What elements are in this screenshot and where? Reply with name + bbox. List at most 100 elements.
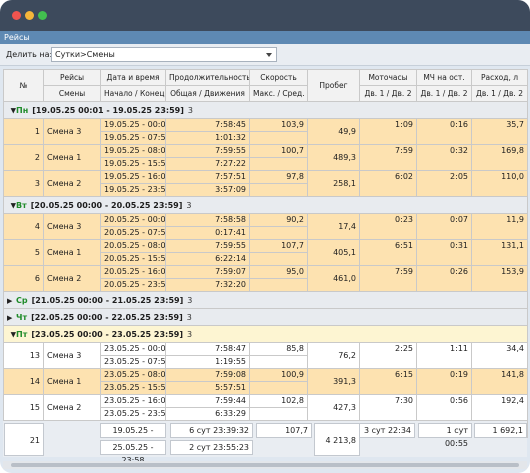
speed-max: 95,0 bbox=[249, 265, 308, 279]
shift-name: Смена 2 bbox=[43, 170, 101, 197]
total-moto: 3 сут 22:34 bbox=[359, 423, 415, 438]
header-datetime[interactable]: Дата и время bbox=[100, 69, 166, 86]
header-mch-rest[interactable]: МЧ на ост. bbox=[416, 69, 472, 86]
table-row[interactable]: 2 Смена 1 19.05.25 - 08:00 7:59:55 100,7 489,… bbox=[3, 144, 528, 171]
total-count: 21 bbox=[4, 423, 44, 456]
group-cell[interactable]: ▲Вт [20.05.25 00:00 - 20.05.25 23:59] 3 bbox=[3, 196, 528, 214]
duration-move: 0:17:41 bbox=[165, 226, 250, 240]
group-row[interactable]: ▶ Ср [21.05.25 00:00 - 21.05.25 23:59] 3 bbox=[3, 291, 528, 309]
table-row[interactable]: 13 Смена 3 23.05.25 - 00:00 7:58:47 85,8 76,2… bbox=[3, 342, 528, 369]
trip-end: 20.05.25 - 23:59 bbox=[100, 278, 166, 292]
triangle-right-icon[interactable]: ▶ bbox=[7, 314, 16, 322]
split-select[interactable]: Сутки>Смены bbox=[51, 47, 277, 62]
horizontal-scrollbar[interactable] bbox=[3, 461, 527, 469]
header-speed[interactable]: Скорость bbox=[249, 69, 308, 86]
mileage-value: 461,0 bbox=[307, 265, 360, 292]
group-cell[interactable]: ▲Пт [23.05.25 00:00 - 23.05.25 23:59] 3 bbox=[3, 325, 528, 343]
table-row[interactable]: 14 Смена 1 23.05.25 - 08:00 7:59:08 100,9 391… bbox=[3, 368, 528, 395]
duration-total: 7:58:45 bbox=[165, 118, 250, 132]
duration-move: 3:57:09 bbox=[165, 183, 250, 197]
header-fuel[interactable]: Расход, л bbox=[471, 69, 528, 86]
header-num[interactable]: № bbox=[3, 69, 44, 102]
scrollbar-thumb[interactable] bbox=[11, 463, 519, 467]
group-row[interactable]: ▲Пн [19.05.25 00:01 - 19.05.25 23:59] 3 bbox=[3, 101, 528, 119]
mileage-value: 391,3 bbox=[307, 368, 360, 395]
chevron-down-icon bbox=[266, 53, 272, 57]
duration-move: 7:27:22 bbox=[165, 157, 250, 171]
maximize-window-button[interactable] bbox=[38, 11, 47, 20]
fuel-value: 169,8 bbox=[471, 144, 528, 171]
header-total-move[interactable]: Общая / Движения bbox=[165, 85, 250, 102]
mileage-value: 258,1 bbox=[307, 170, 360, 197]
header-start-end[interactable]: Начало / Конец bbox=[100, 85, 166, 102]
table-row[interactable]: 6 Смена 2 20.05.25 - 16:00 7:59:07 95,0 461,0… bbox=[3, 265, 528, 292]
group-row[interactable]: ▲Пт [23.05.25 00:00 - 23.05.25 23:59] 3 bbox=[3, 325, 528, 343]
trip-end: 23.05.25 - 15:59 bbox=[100, 381, 166, 395]
group-cell[interactable]: ▲Пн [19.05.25 00:01 - 19.05.25 23:59] 3 bbox=[3, 101, 528, 119]
row-number: 14 bbox=[3, 368, 44, 395]
trip-end: 19.05.25 - 07:59 bbox=[100, 131, 166, 145]
motohours-value: 1:09 bbox=[359, 118, 417, 145]
close-window-button[interactable] bbox=[12, 11, 21, 20]
mch-value: 0:16 bbox=[416, 118, 472, 145]
header-fuel-engines[interactable]: Дв. 1 / Дв. 2 bbox=[471, 85, 528, 102]
row-number: 4 bbox=[3, 213, 44, 240]
toolbar: Делить на: Сутки>Смены bbox=[0, 44, 530, 66]
group-cell[interactable]: ▶ Чт [22.05.25 00:00 - 22.05.25 23:59] 3 bbox=[3, 308, 528, 326]
triangle-down-icon[interactable]: ▲ bbox=[7, 107, 16, 115]
group-range: [22.05.25 00:00 - 22.05.25 23:59] bbox=[31, 312, 183, 322]
table-row[interactable]: 15 Смена 2 23.05.25 - 16:00 7:59:44 102,8 427… bbox=[3, 394, 528, 421]
duration-move: 1:19:55 bbox=[165, 355, 250, 369]
duration-move: 6:33:29 bbox=[165, 407, 250, 421]
group-day: Вт bbox=[16, 200, 27, 210]
header-moto-engines[interactable]: Дв. 1 / Дв. 2 bbox=[359, 85, 417, 102]
group-cell[interactable]: ▶ Ср [21.05.25 00:00 - 21.05.25 23:59] 3 bbox=[3, 291, 528, 309]
mileage-value: 49,9 bbox=[307, 118, 360, 145]
speed-max: 85,8 bbox=[249, 342, 308, 356]
triangle-down-icon[interactable]: ▲ bbox=[7, 202, 16, 210]
triangle-down-icon[interactable]: ▲ bbox=[7, 331, 16, 339]
speed-avg bbox=[249, 131, 308, 145]
motohours-value: 6:02 bbox=[359, 170, 417, 197]
header-max-avg[interactable]: Макс. / Сред. bbox=[249, 85, 308, 102]
motohours-value: 0:23 bbox=[359, 213, 417, 240]
trip-start: 20.05.25 - 00:00 bbox=[100, 213, 166, 227]
group-range: [19.05.25 00:01 - 19.05.25 23:59] bbox=[32, 105, 184, 115]
table-row[interactable]: 5 Смена 1 20.05.25 - 08:00 7:59:55 107,7 405,… bbox=[3, 239, 528, 266]
total-fuel: 1 692,1 bbox=[474, 423, 527, 438]
trip-end: 20.05.25 - 15:59 bbox=[100, 252, 166, 266]
table-row[interactable]: 1 Смена 3 19.05.25 - 00:01 7:58:45 103,9 49,9… bbox=[3, 118, 528, 145]
total-mch: 1 сут 00:55 bbox=[418, 423, 472, 448]
total-end: 25.05.25 - 23:58 bbox=[100, 440, 166, 465]
motohours-value: 7:59 bbox=[359, 144, 417, 171]
fuel-value: 110,0 bbox=[471, 170, 528, 197]
triangle-right-icon[interactable]: ▶ bbox=[7, 297, 16, 305]
fuel-value: 153,9 bbox=[471, 265, 528, 292]
group-row[interactable]: ▲Вт [20.05.25 00:00 - 20.05.25 23:59] 3 bbox=[3, 196, 528, 214]
header-mileage[interactable]: Пробег bbox=[307, 69, 360, 102]
mch-value: 2:05 bbox=[416, 170, 472, 197]
mch-value: 0:19 bbox=[416, 368, 472, 395]
duration-total: 7:57:51 bbox=[165, 170, 250, 184]
speed-max: 102,8 bbox=[249, 394, 308, 408]
speed-avg bbox=[249, 407, 308, 421]
header-motohours[interactable]: Моточасы bbox=[359, 69, 417, 86]
header-trips[interactable]: Рейсы bbox=[43, 69, 101, 86]
minimize-window-button[interactable] bbox=[25, 11, 34, 20]
header-shifts[interactable]: Смены bbox=[43, 85, 101, 102]
totals-footer: 21 19.05.25 - 00:01 25.05.25 - 23:58 6 с… bbox=[3, 421, 527, 465]
header-duration[interactable]: Продолжительность bbox=[165, 69, 250, 86]
header-mch-engines[interactable]: Дв. 1 / Дв. 2 bbox=[416, 85, 472, 102]
duration-move: 7:32:20 bbox=[165, 278, 250, 292]
mch-value: 0:07 bbox=[416, 213, 472, 240]
table-row[interactable]: 3 Смена 2 19.05.25 - 16:01 7:57:51 97,8 258,1… bbox=[3, 170, 528, 197]
motohours-value: 6:51 bbox=[359, 239, 417, 266]
trip-start: 19.05.25 - 16:01 bbox=[100, 170, 166, 184]
total-duration: 6 сут 23:39:32 bbox=[170, 423, 253, 438]
motohours-value: 7:30 bbox=[359, 394, 417, 421]
group-row[interactable]: ▶ Чт [22.05.25 00:00 - 22.05.25 23:59] 3 bbox=[3, 308, 528, 326]
duration-total: 7:59:55 bbox=[165, 144, 250, 158]
duration-move: 6:22:14 bbox=[165, 252, 250, 266]
table-row[interactable]: 4 Смена 3 20.05.25 - 00:00 7:58:58 90,2 17,4 0… bbox=[3, 213, 528, 240]
group-count: 3 bbox=[187, 295, 193, 305]
